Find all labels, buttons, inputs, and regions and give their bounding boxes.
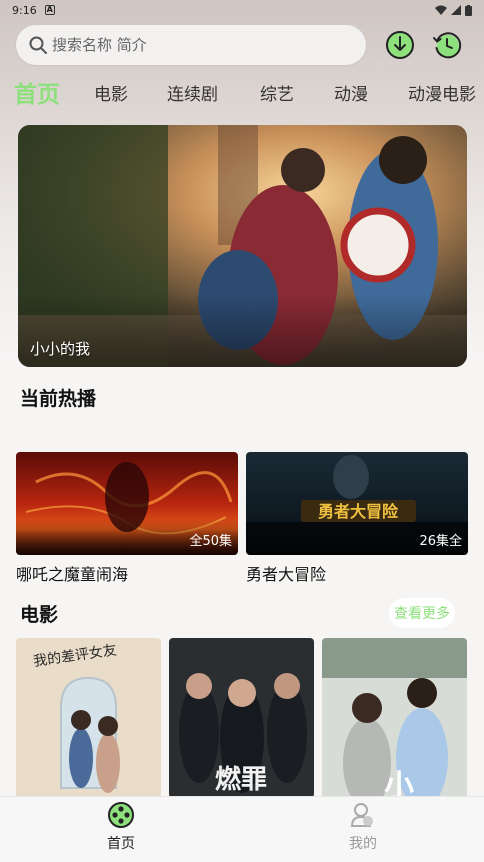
film-reel-icon	[108, 802, 134, 828]
tab-home[interactable]: 首页	[14, 75, 60, 109]
hot-section-title: 当前热播	[20, 388, 97, 410]
hot-card-title: 勇者大冒险	[246, 565, 327, 584]
tab-anime[interactable]: 动漫	[334, 80, 368, 105]
category-tabs: 首页 电影 连续剧 综艺 动漫 动漫电影	[0, 74, 484, 110]
hot-card[interactable]: 全50集 哪吒之魔童闹海	[16, 452, 238, 585]
view-more-button[interactable]: 查看更多	[389, 598, 455, 628]
nav-home[interactable]: 首页	[61, 801, 181, 853]
tab-movies[interactable]: 电影	[94, 80, 128, 105]
tab-anime-movies[interactable]: 动漫电影	[408, 80, 476, 105]
search-bar[interactable]	[16, 25, 366, 65]
nav-home-label: 首页	[107, 836, 135, 852]
movie-poster[interactable]: 燃罪	[169, 638, 314, 798]
history-button[interactable]	[431, 29, 463, 61]
movie-poster[interactable]: 我的差评女友	[16, 638, 161, 798]
battery-icon	[465, 4, 472, 16]
status-indicators	[435, 4, 472, 16]
wifi-icon	[435, 5, 447, 15]
search-input[interactable]	[52, 36, 366, 54]
download-button[interactable]	[384, 29, 416, 61]
nav-mine-label: 我的	[349, 836, 377, 852]
search-icon	[29, 36, 47, 54]
movie-poster-image: 我的差评女友	[16, 638, 161, 798]
episode-badge: 全50集	[189, 534, 232, 549]
status-time: 9:16	[12, 3, 37, 17]
bottom-navigation: 首页 我的	[0, 796, 484, 862]
download-icon	[386, 31, 414, 59]
status-bar: 9:16 A	[0, 0, 484, 20]
tab-variety[interactable]: 综艺	[260, 80, 294, 105]
movie-poster-image: 小	[322, 638, 467, 798]
hot-card-title: 哪吒之魔童闹海	[16, 565, 129, 584]
hot-card[interactable]: 勇者大冒险 26集全 勇者大冒险	[246, 452, 468, 585]
banner-caption: 小小的我	[30, 340, 91, 358]
notification-icon: A	[44, 5, 55, 15]
featured-banner[interactable]: 小小的我	[18, 125, 467, 367]
hot-thumbnail: 勇者大冒险 26集全	[246, 452, 468, 555]
movie-poster-title: 小	[384, 769, 414, 798]
nav-mine[interactable]: 我的	[303, 801, 423, 853]
history-icon	[433, 32, 462, 59]
episode-badge: 26集全	[419, 534, 462, 549]
banner-image	[18, 125, 467, 367]
brave-adventure-logo-text: 勇者大冒险	[318, 502, 399, 521]
movie-poster-image: 燃罪	[169, 638, 314, 798]
tab-series[interactable]: 连续剧	[167, 80, 218, 105]
signal-icon	[451, 5, 461, 15]
movie-poster[interactable]: 小	[322, 638, 467, 798]
hot-thumbnail: 全50集	[16, 452, 238, 555]
movies-section-title: 电影	[20, 604, 59, 626]
user-icon	[350, 803, 373, 827]
movie-poster-title: 燃罪	[215, 765, 267, 795]
